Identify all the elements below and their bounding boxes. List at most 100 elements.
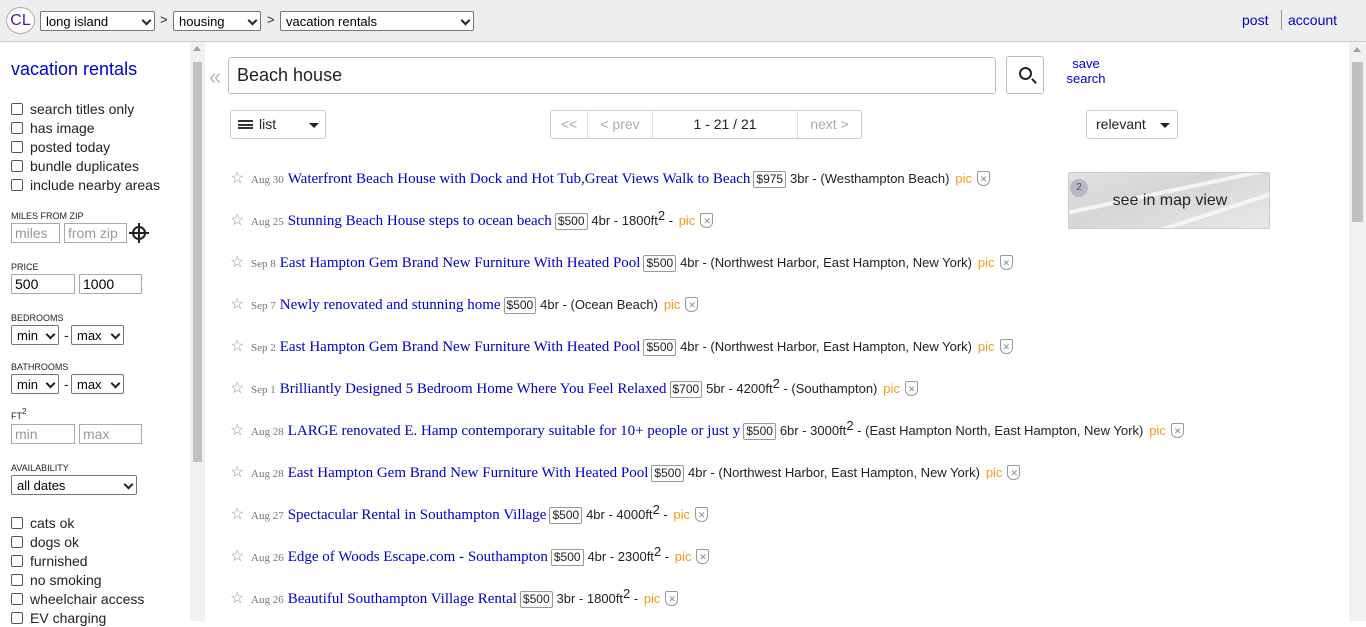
- scroll-up-icon[interactable]: [193, 46, 201, 51]
- furnished-checkbox[interactable]: furnished: [11, 552, 88, 570]
- checkbox[interactable]: [11, 160, 23, 172]
- checkbox[interactable]: [11, 536, 23, 548]
- search-titles-only-checkbox[interactable]: search titles only: [11, 100, 134, 118]
- hide-icon[interactable]: [685, 294, 699, 316]
- checkbox[interactable]: [11, 141, 23, 153]
- result-dash: -: [779, 381, 792, 396]
- sqft-max-input[interactable]: max: [79, 424, 142, 444]
- checkbox[interactable]: [11, 517, 23, 529]
- area-select[interactable]: long island: [40, 11, 155, 31]
- checkbox[interactable]: [11, 179, 23, 191]
- star-icon[interactable]: ☆: [230, 210, 246, 232]
- caret-down-icon: [1160, 123, 1170, 128]
- star-icon[interactable]: ☆: [230, 588, 246, 610]
- hide-icon[interactable]: [1007, 462, 1021, 484]
- miles-input[interactable]: miles: [11, 223, 60, 243]
- hide-icon[interactable]: [694, 504, 708, 526]
- bedrooms-max-select[interactable]: max: [71, 325, 124, 345]
- hide-icon[interactable]: [999, 252, 1013, 274]
- account-link[interactable]: account: [1288, 12, 1337, 28]
- result-title-link[interactable]: Spectacular Rental in Southampton Villag…: [288, 507, 547, 523]
- availability-select[interactable]: all dates: [11, 475, 137, 495]
- bathrooms-min-select[interactable]: min: [11, 374, 59, 394]
- dogs-ok-checkbox[interactable]: dogs ok: [11, 533, 79, 551]
- checkbox[interactable]: [11, 555, 23, 567]
- sort-dropdown[interactable]: relevant: [1086, 110, 1178, 139]
- checkbox[interactable]: [11, 122, 23, 134]
- bedrooms-min-select[interactable]: min: [11, 325, 59, 345]
- scrollbar-thumb[interactable]: [193, 62, 202, 462]
- result-title-link[interactable]: Waterfront Beach House with Dock and Hot…: [288, 171, 751, 187]
- scrollbar-thumb[interactable]: [1352, 62, 1363, 222]
- checkbox[interactable]: [11, 593, 23, 605]
- hide-icon[interactable]: [976, 168, 990, 190]
- price-max-input[interactable]: 1000: [79, 274, 142, 294]
- sidebar-scrollbar[interactable]: [190, 42, 205, 621]
- range-dash: -: [64, 327, 69, 343]
- page-scrollbar[interactable]: [1349, 42, 1366, 621]
- crosshair-icon[interactable]: [129, 223, 149, 243]
- result-title-link[interactable]: Brilliantly Designed 5 Bedroom Home Wher…: [280, 381, 667, 397]
- hide-icon[interactable]: [700, 210, 714, 232]
- result-title-link[interactable]: Stunning Beach House steps to ocean beac…: [288, 213, 552, 229]
- checkbox[interactable]: [11, 612, 23, 624]
- search-input[interactable]: Beach house: [228, 57, 996, 94]
- hide-icon[interactable]: [696, 546, 710, 568]
- hide-icon[interactable]: [904, 378, 918, 400]
- post-link[interactable]: post: [1242, 12, 1268, 28]
- category-select[interactable]: housing: [173, 11, 261, 31]
- star-icon[interactable]: ☆: [230, 504, 246, 526]
- scroll-up-icon[interactable]: [1353, 47, 1361, 52]
- result-title-link[interactable]: LARGE renovated E. Hamp contemporary sui…: [288, 423, 741, 439]
- chevron-down-icon: [247, 15, 258, 26]
- sidebar-title[interactable]: vacation rentals: [11, 59, 137, 80]
- checkbox[interactable]: [11, 574, 23, 586]
- search-button[interactable]: [1006, 56, 1044, 94]
- result-title-link[interactable]: Beautiful Southampton Village Rental: [288, 591, 517, 607]
- star-icon[interactable]: ☆: [230, 168, 246, 190]
- star-icon[interactable]: ☆: [230, 420, 246, 442]
- craigslist-logo[interactable]: CL: [6, 7, 35, 34]
- price-label: PRICE: [11, 262, 39, 272]
- view-mode-dropdown[interactable]: list: [230, 110, 326, 139]
- bathrooms-max-select[interactable]: max: [71, 374, 124, 394]
- wheelchair-access-checkbox[interactable]: wheelchair access: [11, 590, 144, 608]
- result-location: (Northwest Harbor, East Hampton, New Yor…: [710, 255, 972, 270]
- result-details: 4br: [680, 255, 699, 270]
- bundle-duplicates-checkbox[interactable]: bundle duplicates: [11, 157, 139, 175]
- include-nearby-checkbox[interactable]: include nearby areas: [11, 176, 160, 194]
- result-dash: -: [665, 213, 677, 228]
- star-icon[interactable]: ☆: [230, 546, 246, 568]
- star-icon[interactable]: ☆: [230, 462, 246, 484]
- first-page-button[interactable]: <<: [551, 111, 588, 138]
- has-image-checkbox[interactable]: has image: [11, 119, 95, 137]
- result-price: $500: [549, 507, 583, 524]
- result-date: Aug 26: [251, 594, 284, 606]
- hide-icon[interactable]: [1170, 420, 1184, 442]
- prev-page-button[interactable]: < prev: [588, 111, 653, 138]
- hide-icon[interactable]: [999, 336, 1013, 358]
- star-icon[interactable]: ☆: [230, 294, 246, 316]
- star-icon[interactable]: ☆: [230, 336, 246, 358]
- subcategory-select[interactable]: vacation rentals: [280, 11, 474, 31]
- star-icon[interactable]: ☆: [230, 378, 246, 400]
- result-title-link[interactable]: East Hampton Gem Brand New Furniture Wit…: [280, 255, 641, 271]
- next-page-button[interactable]: next >: [798, 111, 861, 138]
- hide-icon[interactable]: [665, 588, 679, 610]
- star-icon[interactable]: ☆: [230, 252, 246, 274]
- price-min-input[interactable]: 500: [11, 274, 75, 294]
- result-title-link[interactable]: East Hampton Gem Brand New Furniture Wit…: [280, 339, 641, 355]
- map-view-button[interactable]: 2 see in map view: [1068, 172, 1270, 229]
- checkbox[interactable]: [11, 103, 23, 115]
- posted-today-checkbox[interactable]: posted today: [11, 138, 110, 156]
- collapse-sidebar-icon[interactable]: «: [209, 64, 221, 90]
- save-search-link[interactable]: save search: [1062, 56, 1110, 86]
- result-title-link[interactable]: East Hampton Gem Brand New Furniture Wit…: [288, 465, 649, 481]
- result-title-link[interactable]: Newly renovated and stunning home: [280, 297, 501, 313]
- cats-ok-checkbox[interactable]: cats ok: [11, 514, 74, 532]
- ev-charging-checkbox[interactable]: EV charging: [11, 609, 106, 627]
- result-title-link[interactable]: Edge of Woods Escape.com - Southampton: [288, 549, 548, 565]
- zip-input[interactable]: from zip: [64, 223, 127, 243]
- sqft-min-input[interactable]: min: [11, 424, 75, 444]
- no-smoking-checkbox[interactable]: no smoking: [11, 571, 102, 589]
